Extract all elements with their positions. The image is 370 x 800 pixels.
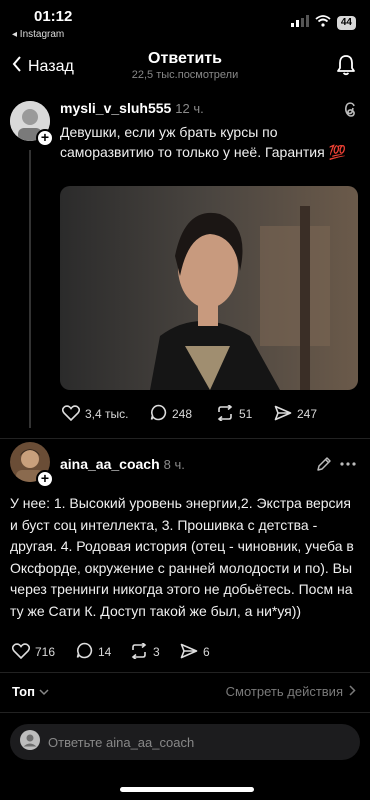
back-to-instagram-link[interactable]: ◂ Instagram (12, 29, 64, 40)
share-button[interactable]: 247 (274, 405, 317, 424)
sort-label: Топ (12, 684, 35, 699)
reply-actions: 716 14 3 6 (11, 641, 210, 662)
likes-count: 3,4 тыс. (85, 407, 129, 421)
page-title: Ответить (148, 50, 222, 67)
reply-placeholder: Ответьте aina_aa_coach (48, 734, 195, 750)
bell-icon[interactable] (336, 54, 356, 81)
post-author[interactable]: mysli_v_sluh555 12 ч. (60, 100, 204, 116)
reply-username[interactable]: aina_aa_coach (60, 456, 160, 472)
views-count: 22,5 тыс.посмотрели (131, 69, 239, 81)
view-actions-label: Смотреть действия (225, 684, 343, 699)
thread-line (29, 150, 31, 428)
heart-icon (61, 404, 81, 424)
post-text: Девушки, если уж брать курсы по саморазв… (60, 124, 346, 160)
divider (0, 672, 370, 673)
status-bar: 01:12 ◂ Instagram 44 (0, 0, 370, 44)
like-button[interactable]: 3,4 тыс. (61, 404, 140, 424)
send-icon (180, 643, 198, 662)
status-time: 01:12 (34, 8, 73, 25)
repost-icon (130, 641, 148, 662)
post-actions: 3,4 тыс. 248 51 247 (61, 403, 317, 424)
like-button[interactable]: 716 (11, 642, 66, 662)
comment-icon (76, 642, 93, 662)
wifi-icon (315, 14, 331, 32)
more-icon[interactable] (340, 456, 356, 477)
shares-count: 247 (297, 407, 318, 421)
heart-icon (11, 642, 31, 662)
chevron-down-icon (39, 684, 49, 699)
follow-plus-icon[interactable]: + (36, 129, 54, 147)
comment-icon (150, 404, 167, 424)
shares-count: 6 (203, 645, 210, 659)
chevron-right-icon (349, 684, 356, 699)
comments-count: 248 (172, 407, 193, 421)
likes-count: 716 (35, 645, 56, 659)
pencil-icon[interactable] (316, 456, 332, 477)
repost-button[interactable]: 3 (130, 641, 180, 662)
post-time: 12 ч. (175, 101, 204, 116)
comment-button[interactable]: 248 (150, 404, 210, 424)
divider (0, 438, 370, 439)
threads-logo-icon (342, 100, 358, 123)
send-icon (274, 405, 292, 424)
share-button[interactable]: 6 (180, 643, 210, 662)
sort-row: Топ Смотреть действия (0, 682, 370, 706)
post-image[interactable] (60, 186, 358, 390)
nav-header: Назад Ответить 22,5 тыс.посмотрели (0, 46, 370, 90)
comments-count: 14 (98, 645, 112, 659)
status-icons: 44 (290, 14, 356, 32)
divider (0, 712, 370, 713)
reply-author[interactable]: aina_aa_coach 8 ч. (60, 456, 185, 472)
post-username[interactable]: mysli_v_sluh555 (60, 100, 171, 116)
repost-icon (216, 403, 234, 424)
reply-text: У нее: 1. Высокий уровень энергии,2. Экс… (10, 495, 354, 619)
view-actions-link[interactable]: Смотреть действия (226, 684, 356, 699)
reposts-count: 51 (239, 407, 253, 421)
reposts-count: 3 (153, 645, 160, 659)
home-indicator[interactable] (120, 787, 254, 792)
repost-button[interactable]: 51 (216, 403, 270, 424)
battery-icon: 44 (336, 16, 356, 30)
follow-plus-icon[interactable]: + (36, 470, 54, 488)
reply-time: 8 ч. (163, 457, 185, 472)
sort-dropdown[interactable]: Топ (12, 684, 49, 699)
comment-button[interactable]: 14 (76, 642, 130, 662)
user-avatar-icon (20, 729, 40, 755)
reply-input[interactable]: Ответьте aina_aa_coach (10, 724, 360, 760)
signal-icon (290, 14, 309, 32)
